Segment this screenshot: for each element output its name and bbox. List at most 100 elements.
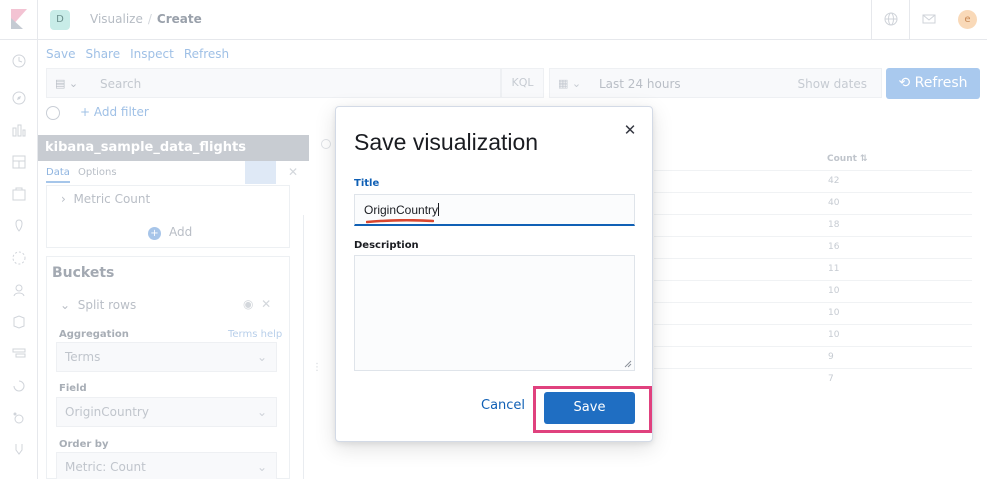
chevron-down-icon: ⌄ [256,460,267,474]
kql-toggle[interactable]: KQL [501,68,544,98]
remove-icon[interactable]: ✕ [261,297,271,311]
top-nav-menu: Save Share Inspect Refresh [46,47,239,61]
clock-icon[interactable] [11,53,27,69]
date-picker[interactable]: ▦ ⌄ Last 24 hours Show dates [549,68,882,98]
devtools-icon[interactable] [11,442,27,458]
user-avatar[interactable]: e [958,10,977,29]
modal-title: Save visualization [354,129,539,155]
field-select[interactable]: OriginCountry ⌄ [56,397,277,427]
tab-options[interactable]: Options [78,167,117,178]
space-avatar[interactable]: D [50,10,70,30]
close-icon[interactable]: ✕ [621,121,639,139]
table-count-cell: 42 [828,176,840,186]
uptime-icon[interactable] [11,378,27,394]
mail-icon[interactable] [909,0,947,40]
table-count-cell: 7 [828,374,834,384]
cancel-button[interactable]: Cancel [481,398,525,413]
table-row-divider [654,192,972,193]
query-bar: ▤ ⌄ Search KQL ▦ ⌄ Last 24 hours Show da… [46,68,882,98]
menu-save[interactable]: Save [46,47,75,61]
menu-share[interactable]: Share [85,47,120,61]
show-dates-link[interactable]: Show dates [797,77,867,91]
aggregation-value: Terms [65,350,101,364]
order-by-label: Order by [59,439,109,450]
description-textarea[interactable] [354,255,635,371]
tab-data[interactable]: Data [46,167,70,183]
maps-icon[interactable] [11,218,27,234]
search-field[interactable]: ▤ ⌄ Search [46,68,501,98]
eye-icon[interactable]: ◉ [243,297,253,311]
settings-icon[interactable] [321,139,331,149]
add-filter-link[interactable]: + Add filter [80,105,149,119]
order-by-select[interactable]: Metric: Count ⌄ [56,452,277,479]
table-count-cell: 9 [828,352,834,362]
table-count-cell: 11 [828,264,840,274]
aggregation-select[interactable]: Terms ⌄ [56,342,277,372]
annotation-underline [366,219,434,224]
saved-query-icon[interactable]: ▤ ⌄ [55,77,78,90]
table-count-cell: 10 [828,308,840,318]
calendar-icon[interactable]: ▦ ⌄ [558,77,581,90]
time-range[interactable]: Last 24 hours [599,77,681,91]
split-rows-label: Split rows [77,298,137,312]
table-row-divider [654,258,972,259]
table-header-count[interactable]: Count ⇅ [827,154,868,164]
canvas-icon[interactable] [11,186,27,202]
save-button[interactable]: Save [544,392,635,424]
metric-label: Metric Count [73,192,151,206]
add-label: Add [169,225,193,239]
aggregation-label: Aggregation [59,329,129,340]
text-cursor [438,203,440,216]
chevron-down-icon[interactable]: ⌄ [60,298,70,312]
refresh-button[interactable]: ⟲ Refresh [886,68,980,99]
field-label: Field [59,383,87,394]
kibana-logo[interactable] [0,0,38,40]
apm-icon[interactable] [11,346,27,362]
bucket-actions: ◉ ✕ [243,297,271,311]
chevron-right-icon[interactable]: › [61,192,66,206]
chevron-down-icon: ⌄ [256,405,267,419]
description-label: Description [354,240,419,251]
menu-refresh[interactable]: Refresh [184,47,229,61]
table-row-divider [654,170,972,171]
table-count-cell: 40 [828,198,840,208]
buckets-title: Buckets [52,265,115,281]
add-metric-button[interactable]: + Add [148,225,192,240]
breadcrumb-separator: / [147,12,152,26]
search-placeholder: Search [100,77,142,91]
table-count-cell: 10 [828,286,840,296]
title-input-value: OriginCountry [364,203,439,217]
chevron-down-icon: ⌄ [256,350,267,364]
count-header-label: Count [827,154,857,164]
table-count-cell: 16 [828,242,840,252]
terms-help-link[interactable]: Terms help [228,329,282,340]
dashboard-icon[interactable] [11,154,27,170]
table-row-divider [654,236,972,237]
table-row-divider [654,302,972,303]
filter-options-icon[interactable] [46,105,60,120]
resize-handle[interactable]: ⋮ [312,362,322,373]
infra-icon[interactable] [11,282,27,298]
menu-inspect[interactable]: Inspect [130,47,174,61]
table-row-divider [654,280,972,281]
ml-icon[interactable] [11,250,27,266]
discard-icon[interactable]: ✕ [288,165,298,179]
metric-count-row[interactable]: › Metric Count [61,192,150,206]
breadcrumb-create: Create [156,12,202,26]
siem-icon[interactable] [11,410,27,426]
breadcrumb: Visualize / Create [90,12,202,26]
index-pattern-title: kibana_sample_data_flights [38,135,309,161]
resize-grip-icon[interactable] [624,360,632,368]
help-globe-icon[interactable] [871,0,909,40]
logs-icon[interactable] [11,314,27,330]
compass-icon[interactable] [11,90,27,106]
breadcrumb-visualize[interactable]: Visualize [90,12,143,26]
split-rows-toggle[interactable]: ⌄ Split rows [60,298,136,312]
table-row-divider [654,346,972,347]
table-count-cell: 10 [828,330,840,340]
apply-changes-button[interactable] [245,161,276,184]
refresh-icon: ⟲ [898,75,915,91]
table-count-cell: 18 [828,220,840,230]
visualize-icon[interactable] [11,122,27,138]
refresh-label: Refresh [914,75,968,91]
